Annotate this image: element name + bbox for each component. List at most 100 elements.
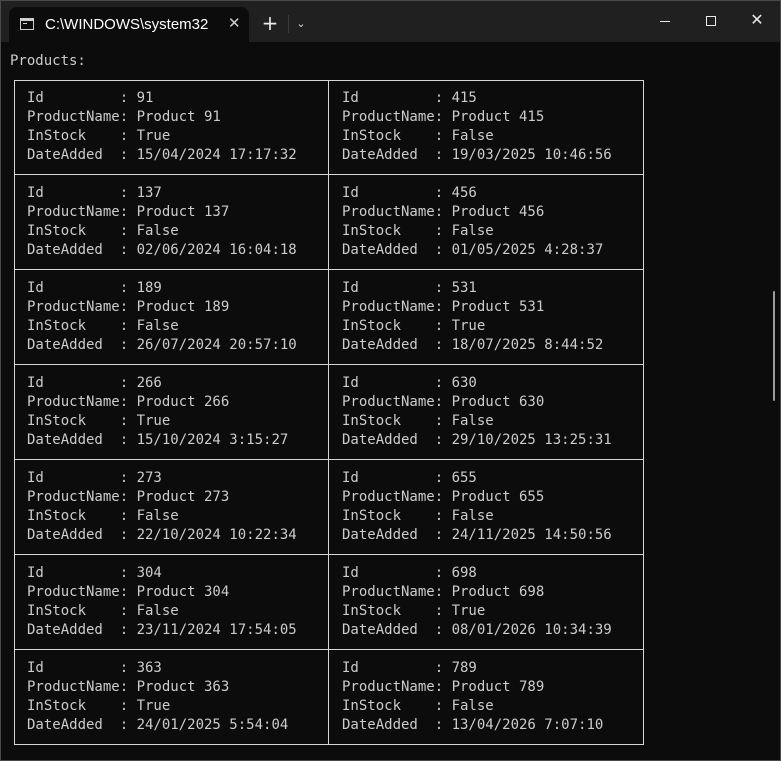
field-value: Product 266 (136, 394, 230, 410)
product-field-in-stock: InStock : True (27, 412, 170, 431)
field-value: True (451, 318, 486, 334)
product-field-in-stock: InStock : True (27, 127, 170, 146)
terminal-tab[interactable]: C:\WINDOWS\system32 ✕ (9, 7, 249, 42)
field-label: DateAdded : (342, 337, 452, 353)
field-label: ProductName: (342, 394, 452, 410)
chevron-down-icon[interactable]: ⌄ (293, 14, 309, 34)
product-field-name: ProductName: Product 531 (342, 298, 544, 317)
product-field-name: ProductName: Product 698 (342, 583, 544, 602)
product-field-in-stock: InStock : True (342, 602, 485, 621)
maximize-button[interactable] (688, 7, 734, 37)
field-value: Product 189 (136, 299, 230, 315)
plus-icon[interactable]: + (259, 12, 281, 34)
field-label: InStock : (27, 508, 137, 524)
field-label: InStock : (27, 413, 137, 429)
product-field-name: ProductName: Product 630 (342, 393, 544, 412)
product-field-date: DateAdded : 18/07/2025 8:44:52 (342, 336, 603, 355)
product-field-name: ProductName: Product 415 (342, 108, 544, 127)
field-label: InStock : (342, 508, 452, 524)
close-tab-icon[interactable]: ✕ (228, 14, 241, 32)
field-value: Product 304 (136, 584, 230, 600)
product-field-in-stock: InStock : False (27, 507, 179, 526)
tab-divider (288, 15, 289, 33)
product-cell: Id : 266 ProductName: Product 266 InStock … (14, 365, 329, 460)
field-label: InStock : (342, 318, 452, 334)
field-label: ProductName: (27, 679, 137, 695)
field-label: ProductName: (342, 204, 452, 220)
field-value: 91 (136, 90, 154, 106)
product-cell: Id : 137 ProductName: Product 137 InStock … (14, 175, 329, 270)
field-label: Id : (27, 185, 137, 201)
product-cell: Id : 531 ProductName: Product 531 InStock … (329, 270, 644, 365)
field-label: DateAdded : (27, 242, 137, 258)
field-label: ProductName: (27, 394, 137, 410)
field-value: False (451, 413, 494, 429)
field-label: InStock : (27, 603, 137, 619)
field-value: Product 789 (451, 679, 545, 695)
product-cell: Id : 363 ProductName: Product 363 InStock … (14, 650, 329, 745)
field-label: InStock : (342, 413, 452, 429)
field-value: Product 456 (451, 204, 545, 220)
product-cell: Id : 415 ProductName: Product 415 InStock … (329, 80, 644, 175)
field-label: ProductName: (342, 584, 452, 600)
field-label: Id : (342, 565, 452, 581)
product-field-in-stock: InStock : False (342, 697, 494, 716)
product-field-in-stock: InStock : False (27, 317, 179, 336)
product-field-name: ProductName: Product 189 (27, 298, 229, 317)
close-button[interactable]: ✕ (734, 7, 780, 37)
field-label: InStock : (27, 698, 137, 714)
field-label: ProductName: (27, 299, 137, 315)
field-value: False (451, 223, 494, 239)
console-output[interactable]: Products: Id : 91 ProductName: Product 91… (1, 42, 780, 760)
field-label: ProductName: (27, 489, 137, 505)
close-icon: ✕ (750, 10, 764, 29)
field-label: ProductName: (342, 109, 452, 125)
field-label: DateAdded : (27, 432, 137, 448)
product-field-name: ProductName: Product 273 (27, 488, 229, 507)
field-label: DateAdded : (27, 717, 137, 733)
field-label: Id : (27, 660, 137, 676)
product-field-name: ProductName: Product 789 (342, 678, 544, 697)
field-label: ProductName: (27, 204, 137, 220)
field-label: Id : (27, 375, 137, 391)
field-value: 15/10/2024 3:15:27 (136, 432, 289, 448)
field-label: Id : (342, 375, 452, 391)
scrollbar[interactable] (773, 291, 775, 401)
field-label: ProductName: (27, 584, 137, 600)
product-field-id: Id : 266 (27, 374, 162, 393)
product-field-name: ProductName: Product 304 (27, 583, 229, 602)
field-value: 273 (136, 470, 162, 486)
field-value: 789 (451, 660, 477, 676)
field-label: DateAdded : (27, 147, 137, 163)
product-field-id: Id : 304 (27, 564, 162, 583)
field-value: 15/04/2024 17:17:32 (136, 147, 297, 163)
field-value: False (136, 603, 179, 619)
product-field-name: ProductName: Product 363 (27, 678, 229, 697)
field-value: 698 (451, 565, 477, 581)
field-value: 22/10/2024 10:22:34 (136, 527, 297, 543)
products-table: Id : 91 ProductName: Product 91 InStock : … (14, 80, 644, 745)
field-label: DateAdded : (342, 717, 452, 733)
product-cell: Id : 304 ProductName: Product 304 InStock … (14, 555, 329, 650)
field-label: InStock : (27, 318, 137, 334)
minimize-button[interactable] (642, 7, 688, 37)
product-field-date: DateAdded : 24/01/2025 5:54:04 (27, 716, 288, 735)
field-label: DateAdded : (342, 432, 452, 448)
product-field-date: DateAdded : 01/05/2025 4:28:37 (342, 241, 603, 260)
tab-title: C:\WINDOWS\system32 (45, 16, 209, 33)
terminal-window: C:\WINDOWS\system32 ✕ + ⌄ ✕ Products: Id… (0, 0, 781, 761)
product-field-date: DateAdded : 13/04/2026 7:07:10 (342, 716, 603, 735)
product-field-id: Id : 415 (342, 89, 477, 108)
field-label: DateAdded : (342, 622, 452, 638)
title-bar[interactable]: C:\WINDOWS\system32 ✕ + ⌄ ✕ (1, 1, 780, 42)
product-cell: Id : 630 ProductName: Product 630 InStock … (329, 365, 644, 460)
field-value: 189 (136, 280, 162, 296)
field-value: 02/06/2024 16:04:18 (136, 242, 297, 258)
field-label: Id : (342, 185, 452, 201)
product-field-name: ProductName: Product 655 (342, 488, 544, 507)
product-field-in-stock: InStock : False (342, 127, 494, 146)
field-label: Id : (342, 660, 452, 676)
product-field-id: Id : 91 (27, 89, 153, 108)
product-cell: Id : 789 ProductName: Product 789 InStock … (329, 650, 644, 745)
product-field-name: ProductName: Product 456 (342, 203, 544, 222)
